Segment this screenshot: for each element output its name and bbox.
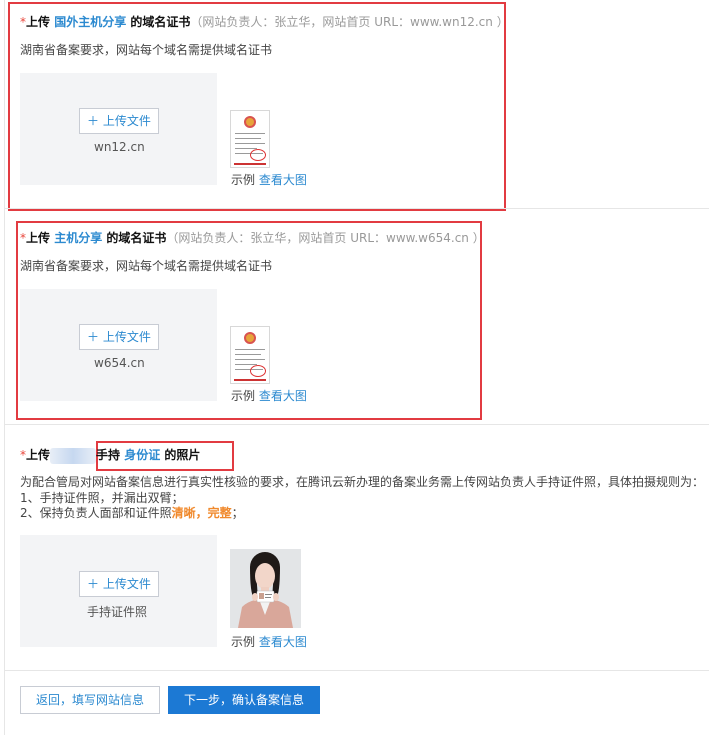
responsible-note: （网站负责人：张立华，网站首页 URL：www.w654.cn ）: [166, 231, 485, 245]
upload-file-button[interactable]: ＋ 上传文件: [79, 108, 159, 134]
view-large-link[interactable]: 查看大图: [259, 173, 307, 187]
section3-description: 为配合管局对网站备案信息进行真实性核验的要求，在腾讯云新办理的备案业务需上传网站…: [20, 475, 705, 489]
next-button[interactable]: 下一步，确认备案信息: [168, 686, 320, 714]
upload-area-section1[interactable]: ＋ 上传文件 wn12.cn: [20, 73, 217, 185]
view-large-link[interactable]: 查看大图: [259, 389, 307, 403]
upload-file-button[interactable]: ＋ 上传文件: [79, 571, 159, 597]
hand-label: 手持: [96, 448, 125, 462]
section2-title: *上传 主机分享 的域名证书（网站负责人：张立华，网站首页 URL：www.w6…: [20, 230, 485, 246]
sample-caption: 示例 查看大图: [231, 171, 307, 188]
sample-label: 示例: [231, 389, 256, 403]
sample-label: 示例: [231, 635, 256, 649]
title-prefix: 上传: [26, 448, 51, 462]
upload-domain-label: wn12.cn: [94, 140, 145, 154]
title-prefix: 上传: [26, 15, 55, 29]
section-divider: [5, 424, 709, 425]
left-divider: [4, 0, 5, 735]
sample-label: 示例: [231, 173, 256, 187]
sample-certificate-thumbnail[interactable]: [230, 110, 270, 168]
section-divider: [5, 670, 709, 671]
sample-caption: 示例 查看大图: [231, 387, 307, 404]
responsible-note: （网站负责人：张立华，网站首页 URL：www.wn12.cn ）: [190, 15, 509, 29]
site-name: 主机分享: [54, 231, 103, 245]
site-name: 国外主机分享: [54, 15, 127, 29]
title-suffix: 的照片: [160, 448, 201, 462]
id-card-label: 身份证: [124, 448, 161, 462]
upload-caption-label: 手持证件照: [87, 605, 148, 619]
title-suffix: 的域名证书: [102, 231, 167, 245]
rule-2: 2、保持负责人面部和证件照清晰，完整；: [20, 505, 244, 521]
rule2-text: 2、保持负责人面部和证件照: [20, 506, 172, 520]
upload-area-section2[interactable]: ＋ 上传文件 w654.cn: [20, 289, 217, 401]
title-prefix: 上传: [26, 231, 55, 245]
rule-1: 1、手持证件照，并漏出双臂；: [20, 491, 184, 505]
upload-file-button[interactable]: ＋ 上传文件: [79, 324, 159, 350]
sample-certificate-thumbnail[interactable]: [230, 326, 270, 384]
title-suffix: 的域名证书: [126, 15, 191, 29]
rule2-emphasis: 清晰，完整: [171, 506, 232, 520]
section2-description: 湖南省备案要求，网站每个域名需提供域名证书: [20, 259, 273, 273]
sample-id-photo[interactable]: [230, 549, 301, 628]
redacted-name: [50, 447, 97, 464]
rule2-suffix: ；: [231, 506, 244, 520]
section3-title: *上传 手持 身份证 的照片: [20, 447, 200, 464]
sample-caption: 示例 查看大图: [231, 633, 307, 650]
section1-description: 湖南省备案要求，网站每个域名需提供域名证书: [20, 43, 273, 57]
section-divider: [5, 208, 709, 209]
upload-domain-label: w654.cn: [94, 356, 145, 370]
upload-area-section3[interactable]: ＋ 上传文件 手持证件照: [20, 535, 217, 647]
section1-title: *上传 国外主机分享 的域名证书（网站负责人：张立华，网站首页 URL：www.…: [20, 14, 509, 30]
person-holding-id-image: [230, 549, 301, 628]
back-button[interactable]: 返回，填写网站信息: [20, 686, 160, 714]
view-large-link[interactable]: 查看大图: [259, 635, 307, 649]
